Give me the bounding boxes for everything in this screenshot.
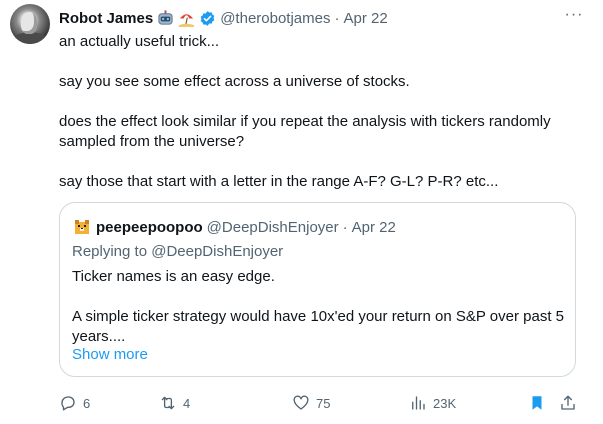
quoted-paragraph: Ticker names is an easy edge. (72, 268, 275, 285)
tweet-paragraph: an actually useful trick... (59, 33, 220, 50)
heart-icon (293, 395, 309, 410)
beach-umbrella-icon (179, 13, 195, 27)
replying-to: Replying to @DeepDishEnjoyer (72, 243, 283, 260)
more-options-icon[interactable]: ··· (563, 7, 585, 28)
view-count: 23K (433, 395, 457, 411)
quoted-author-name: peepeepoopoo (96, 218, 203, 236)
retweet-button[interactable]: 4 (159, 392, 190, 414)
bookmark-filled-icon (532, 396, 542, 410)
replying-mention[interactable]: @DeepDishEnjoyer (151, 243, 283, 260)
author-handle[interactable]: @therobotjames (220, 10, 330, 27)
tweet-header: Robot James @therobotjames · Apr 22 (59, 7, 388, 29)
replying-prefix: Replying to (72, 243, 148, 260)
analytics-icon (412, 396, 425, 410)
verified-badge-icon (200, 10, 215, 26)
quoted-tweet-card[interactable]: peepeepoopoo @DeepDishEnjoyer · Apr 22 R… (59, 202, 576, 377)
share-button[interactable] (559, 392, 577, 414)
like-count: 75 (316, 395, 331, 411)
retweet-icon (161, 396, 175, 410)
tweet-paragraph: say you see some effect across a univers… (59, 73, 410, 90)
views-button[interactable]: 23K (409, 392, 456, 414)
like-button[interactable]: 75 (292, 392, 330, 414)
tweet-paragraph: does the effect look similar if you repe… (59, 113, 551, 150)
share-icon (561, 395, 575, 410)
bookmark-button[interactable] (528, 392, 546, 414)
pixel-dog-avatar-icon (75, 220, 89, 234)
quoted-paragraph: A simple ticker strategy would have 10x'… (72, 308, 565, 345)
separator-dot: · (334, 9, 340, 27)
author-name[interactable]: Robot James (59, 10, 153, 27)
tweet-action-bar: 6 4 75 23K (59, 392, 584, 414)
reply-button[interactable]: 6 (59, 392, 90, 414)
avatar-face (21, 12, 37, 34)
quoted-tweet-header: peepeepoopoo @DeepDishEnjoyer · Apr 22 (72, 217, 396, 237)
tweet-date[interactable]: Apr 22 (343, 10, 387, 27)
retweet-count: 4 (183, 395, 191, 411)
tweet-paragraph: say those that start with a letter in th… (59, 173, 499, 190)
quoted-tweet-text: Ticker names is an easy edge. A simple t… (72, 267, 564, 347)
author-avatar[interactable] (10, 4, 50, 44)
show-more-link[interactable]: Show more (72, 346, 148, 363)
reply-count: 6 (83, 395, 91, 411)
quoted-author-avatar (72, 217, 92, 237)
robot-emoji-icon (158, 9, 173, 25)
quoted-author-handle: @DeepDishEnjoyer (206, 218, 339, 236)
quoted-tweet-date: Apr 22 (351, 218, 396, 236)
separator-dot: · (342, 218, 348, 236)
reply-icon (61, 396, 75, 411)
tweet-text: an actually useful trick... say you see … (59, 32, 584, 192)
